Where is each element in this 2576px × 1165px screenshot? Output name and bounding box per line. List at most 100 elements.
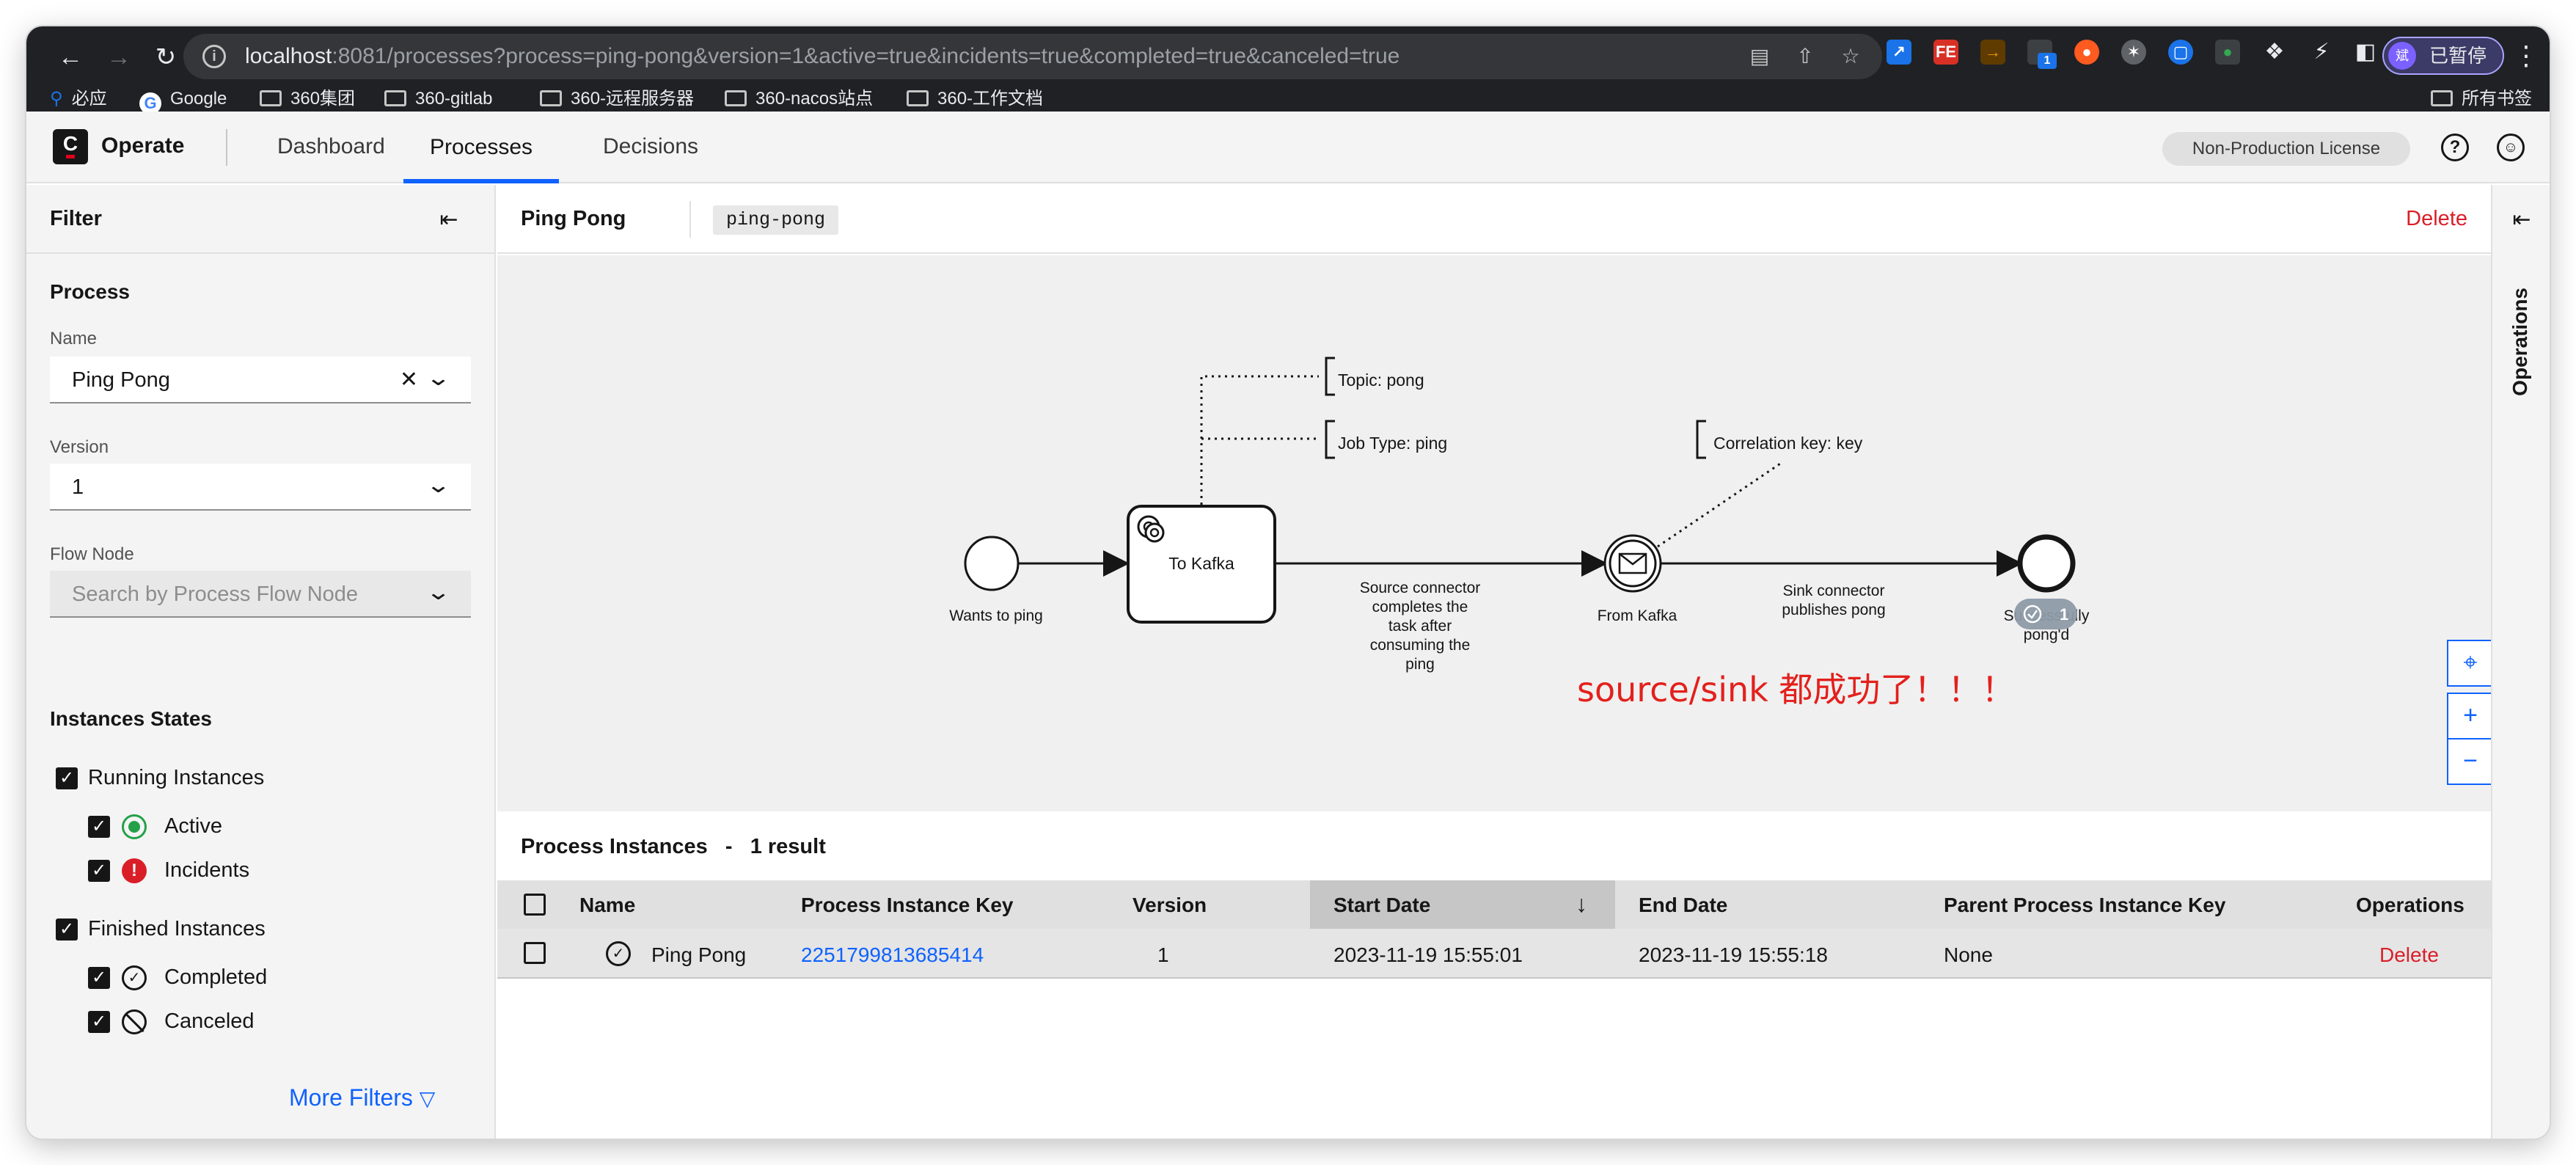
column-version[interactable]: Version — [1133, 894, 1207, 917]
delete-process-button[interactable]: Delete — [2406, 207, 2467, 231]
folder-icon — [907, 90, 929, 106]
incidents-checkbox[interactable]: ✓ — [88, 860, 110, 882]
finished-instances-checkbox[interactable]: ✓ — [56, 919, 78, 941]
column-start-date[interactable]: Start Date — [1333, 894, 1430, 917]
process-name-combobox[interactable]: Ping Pong ✕ ⌄ — [50, 357, 471, 403]
camunda-logo[interactable]: C — [53, 129, 88, 164]
reload-icon[interactable]: ↻ — [151, 43, 180, 72]
start-event-label: Wants to ping — [949, 607, 1043, 624]
bookmark-star-icon[interactable]: ☆ — [1838, 44, 1863, 69]
collapse-panel-icon[interactable]: ⇤ — [434, 205, 464, 235]
address-bar[interactable]: i localhost:8081/processes?process=ping-… — [183, 34, 1882, 79]
tab-dashboard[interactable]: Dashboard — [251, 112, 411, 183]
filter-panel: Filter ⇤ Process Name Ping Pong ✕ ⌄ Vers… — [26, 185, 496, 1139]
help-icon[interactable]: ? — [2441, 134, 2469, 161]
end-event[interactable] — [2017, 534, 2076, 593]
operations-label[interactable]: Operations — [2509, 288, 2532, 396]
canceled-label[interactable]: Canceled — [164, 1009, 255, 1034]
expand-panel-icon[interactable]: ⇤ — [2507, 205, 2536, 235]
site-info-icon[interactable]: i — [202, 45, 226, 68]
canceled-checkbox[interactable]: ✓ — [88, 1011, 110, 1033]
chevron-down-icon[interactable]: ⌄ — [425, 472, 451, 498]
version-select[interactable]: 1 ⌄ — [50, 464, 471, 511]
incidents-label[interactable]: Incidents — [164, 858, 249, 883]
extension-icon[interactable]: ● — [2074, 40, 2099, 65]
side-panel-icon[interactable]: ◧ — [2353, 40, 2378, 65]
extension-icon[interactable]: → — [1980, 40, 2005, 65]
forward-icon[interactable]: → — [104, 43, 133, 72]
bookmark-folder[interactable]: 360-远程服务器 — [540, 87, 694, 112]
tab-processes[interactable]: Processes — [403, 112, 560, 183]
active-checkbox[interactable]: ✓ — [88, 816, 110, 838]
row-parent-key: None — [1944, 943, 1993, 966]
profile-chip[interactable]: 斌 已暂停 — [2382, 37, 2504, 75]
association-line — [1657, 461, 1783, 548]
instance-key-link[interactable]: 2251799813685414 — [801, 943, 984, 967]
sort-descending-icon[interactable]: ↓ — [1576, 891, 1587, 918]
chevron-down-icon[interactable]: ⌄ — [425, 580, 451, 605]
more-filters-button[interactable]: More Filters ▽ — [289, 1084, 435, 1111]
svg-text:consuming the: consuming the — [1370, 637, 1471, 654]
filter-icon: ▽ — [419, 1087, 436, 1110]
bookmark-google[interactable]: G Google — [139, 87, 227, 114]
flow-node-combobox[interactable]: Search by Process Flow Node ⌄ — [50, 571, 471, 618]
column-instance-key[interactable]: Process Instance Key — [801, 894, 1014, 917]
folder-icon — [260, 90, 282, 106]
extensions-puzzle-icon[interactable]: ❖ — [2262, 40, 2287, 65]
svg-text:task after: task after — [1388, 618, 1452, 635]
bookmark-folder[interactable]: 360-gitlab — [384, 87, 492, 112]
extension-icon[interactable]: ✶ — [2121, 40, 2146, 65]
active-label[interactable]: Active — [164, 814, 222, 839]
bookmark-bing[interactable]: ⚲ 必应 — [50, 87, 107, 112]
select-all-checkbox[interactable] — [524, 894, 546, 916]
clear-icon[interactable]: ✕ — [400, 367, 418, 392]
completed-icon: ✓ — [122, 965, 147, 990]
canceled-icon — [122, 1009, 147, 1034]
row-version: 1 — [1157, 943, 1169, 966]
all-bookmarks[interactable]: 所有书签 — [2431, 87, 2532, 112]
translate-icon[interactable]: ▤ — [1747, 44, 1772, 69]
back-icon[interactable]: ← — [56, 43, 85, 72]
app-name[interactable]: Operate — [101, 134, 184, 158]
folder-icon — [2431, 90, 2453, 106]
bookmark-folder[interactable]: 360-nacos站点 — [725, 87, 873, 112]
zoom-in-button[interactable]: + — [2447, 693, 2494, 739]
column-name[interactable]: Name — [579, 894, 635, 917]
folder-icon — [540, 90, 562, 106]
extension-badge-icon[interactable]: 1 — [2027, 40, 2057, 69]
column-end-date[interactable]: End Date — [1639, 894, 1727, 917]
completed-label[interactable]: Completed — [164, 965, 267, 990]
browser-menu-icon[interactable]: ⋮ — [2513, 41, 2539, 70]
start-event[interactable] — [964, 536, 1020, 591]
bookmark-folder[interactable]: 360-工作文档 — [907, 87, 1043, 112]
extension-icon[interactable]: ● — [2215, 40, 2240, 65]
running-instances-checkbox[interactable]: ✓ — [56, 767, 78, 789]
performance-icon[interactable]: ⚡ — [2309, 40, 2334, 65]
svg-text:ping: ping — [1405, 656, 1435, 673]
row-delete-button[interactable]: Delete — [2379, 943, 2439, 967]
reset-diagram-button[interactable]: ⌖ — [2447, 640, 2494, 687]
extension-icon[interactable]: ↗ — [1887, 40, 1911, 65]
license-badge[interactable]: Non-Production License — [2162, 132, 2410, 166]
bookmark-folder[interactable]: 360集团 — [260, 87, 355, 112]
bpmn-diagram-canvas[interactable]: Topic: pong Job Type: ping Correlation k… — [497, 255, 2494, 811]
finished-instances-label[interactable]: Finished Instances — [88, 917, 266, 941]
tab-decisions[interactable]: Decisions — [577, 112, 725, 183]
chevron-down-icon[interactable]: ⌄ — [425, 365, 451, 391]
zoom-out-button[interactable]: − — [2447, 738, 2494, 785]
extension-fe-icon[interactable]: FE — [1933, 40, 1958, 65]
table-row[interactable]: ✓ Ping Pong 2251799813685414 1 2023-11-1… — [497, 929, 2491, 979]
app-header: C Operate Dashboard Processes Decisions … — [26, 112, 2550, 183]
instances-states-title: Instances States — [50, 707, 212, 730]
topic-annotation: Topic: pong — [1338, 370, 1424, 390]
column-parent-key[interactable]: Parent Process Instance Key — [1944, 894, 2225, 917]
url-text[interactable]: localhost:8081/processes?process=ping-po… — [245, 44, 1399, 69]
running-instances-label[interactable]: Running Instances — [88, 766, 264, 790]
share-icon[interactable]: ⇧ — [1793, 44, 1818, 69]
completed-checkbox[interactable]: ✓ — [88, 967, 110, 989]
screenshot-frame: ← → ↻ i localhost:8081/processes?process… — [26, 26, 2550, 1139]
user-icon[interactable]: ☺ — [2497, 134, 2525, 161]
row-checkbox[interactable] — [524, 942, 546, 964]
completed-count-badge[interactable]: 1 — [2014, 599, 2077, 629]
extension-icon[interactable]: ▢ — [2168, 40, 2193, 65]
